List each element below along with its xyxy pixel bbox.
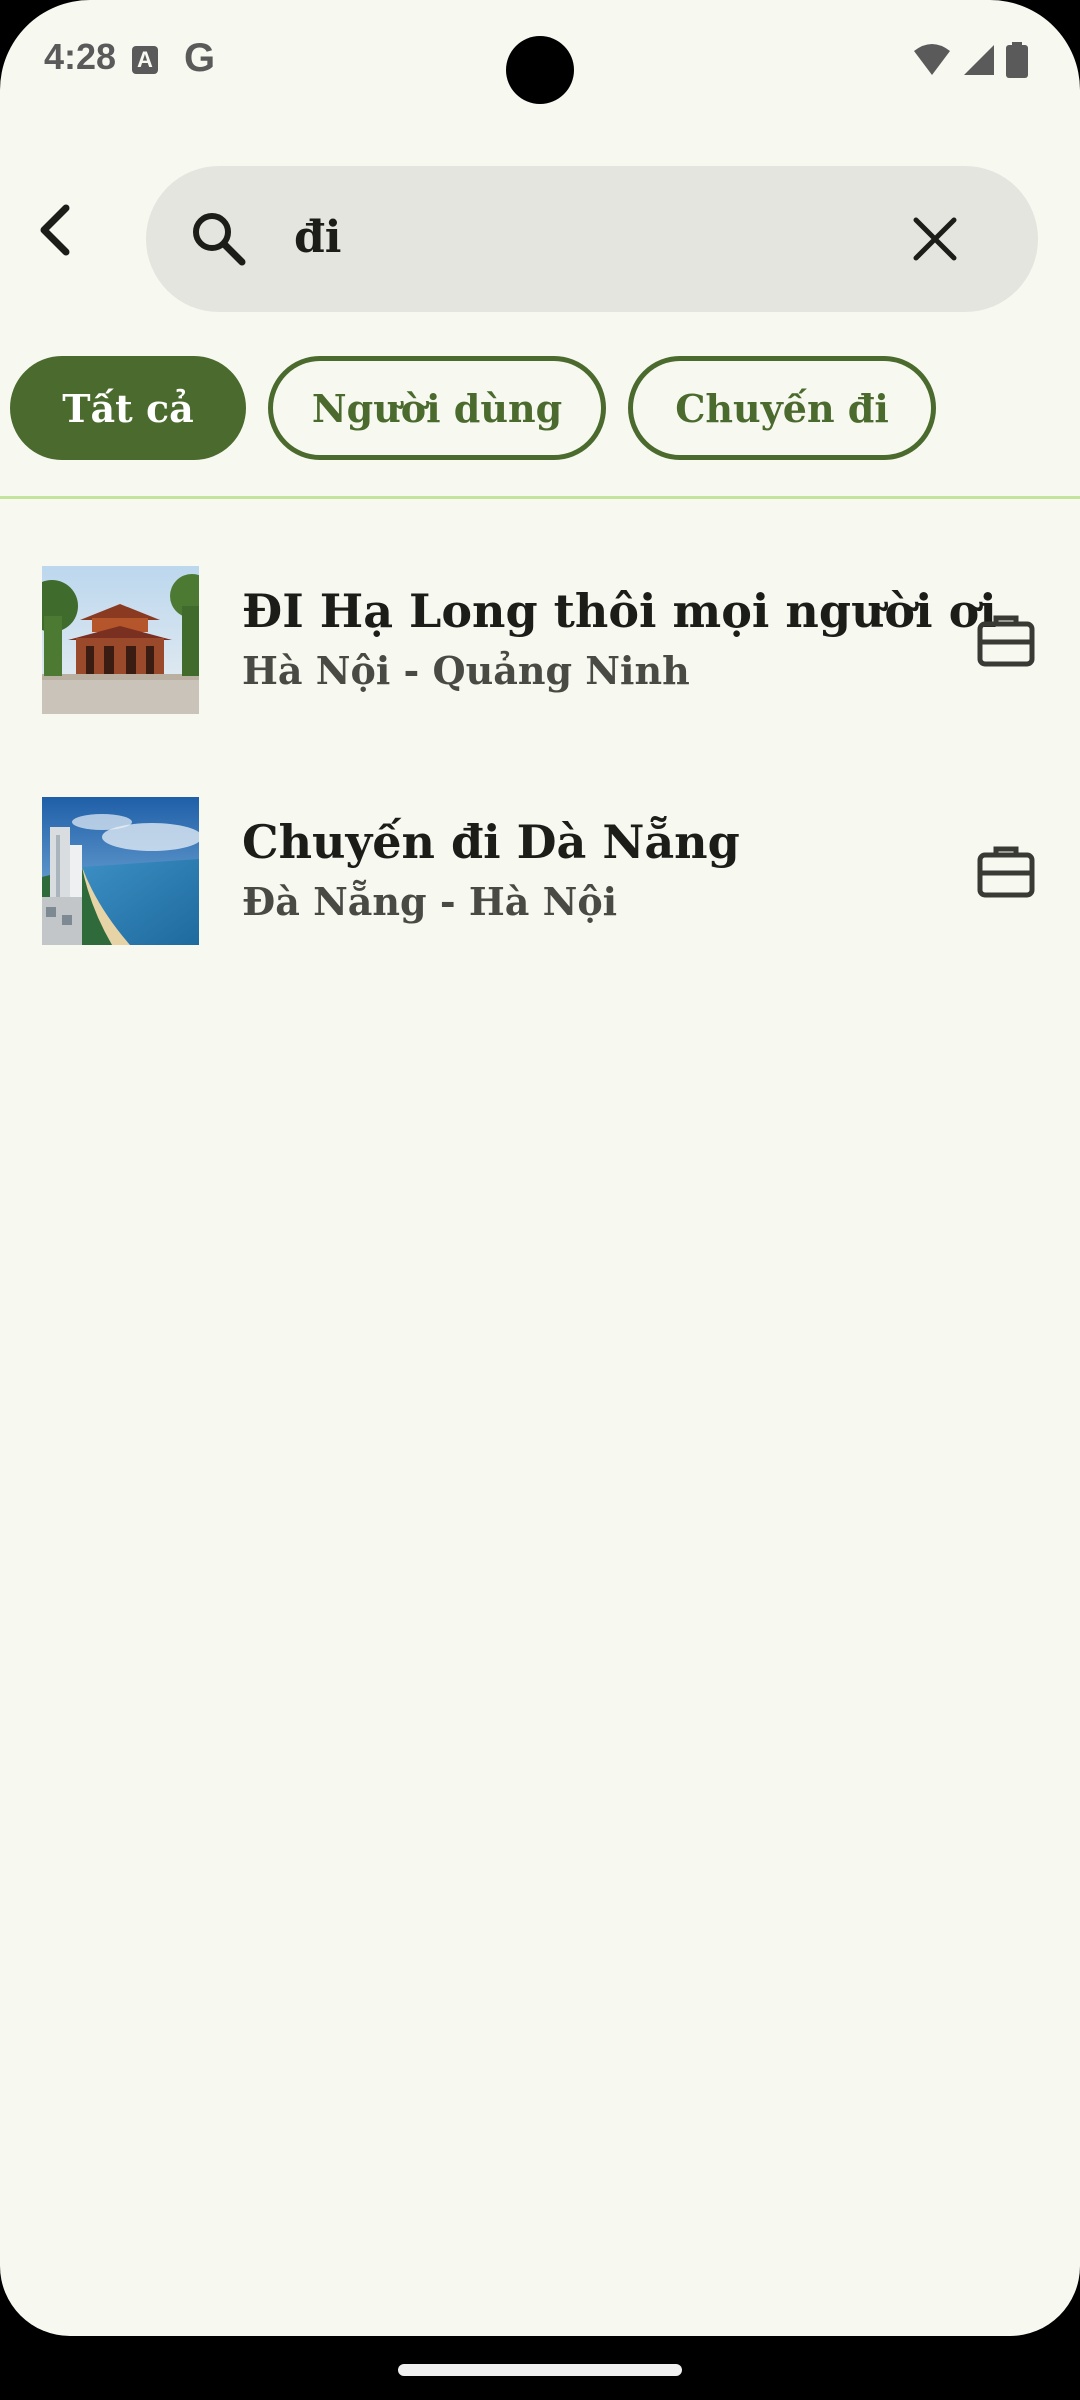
trip-route: Hà Nội - Quảng Ninh bbox=[242, 648, 690, 693]
briefcase-icon bbox=[977, 615, 1035, 667]
screen: 4:28 A G đi Tất cả Người dùng Chuyến đi … bbox=[0, 0, 1080, 2336]
list-item[interactable]: ĐI Hạ Long thôi mọi người ơi Hà Nội - Qu… bbox=[0, 566, 1080, 726]
temple-thumbnail bbox=[42, 566, 199, 714]
filter-chips: Tất cả Người dùng Chuyến đi bbox=[10, 356, 936, 460]
cellular-signal-icon bbox=[964, 45, 994, 75]
trip-title: Chuyến đi Dà Nẵng bbox=[242, 815, 740, 869]
battery-icon bbox=[1006, 42, 1028, 78]
briefcase-icon bbox=[977, 846, 1035, 898]
status-icons bbox=[912, 42, 1028, 78]
filter-chip-trips[interactable]: Chuyến đi bbox=[628, 356, 936, 460]
wifi-icon bbox=[914, 44, 950, 75]
divider bbox=[0, 496, 1080, 499]
filter-chip-users[interactable]: Người dùng bbox=[268, 356, 606, 460]
status-bar: 4:28 A G bbox=[0, 0, 1080, 120]
home-indicator[interactable] bbox=[398, 2364, 682, 2376]
camera-cutout bbox=[506, 36, 574, 104]
search-icon bbox=[193, 213, 246, 266]
status-time: 4:28 bbox=[44, 36, 117, 77]
search-input[interactable]: đi bbox=[294, 206, 341, 270]
trip-route: Đà Nẵng - Hà Nội bbox=[242, 879, 618, 924]
beach-city-thumbnail bbox=[42, 797, 199, 945]
search-bar[interactable]: đi bbox=[146, 166, 1038, 312]
filter-chip-all[interactable]: Tất cả bbox=[10, 356, 246, 460]
chevron-left-icon bbox=[40, 204, 70, 256]
back-button[interactable] bbox=[22, 198, 86, 262]
accessibility-notification-icon: A bbox=[132, 46, 158, 74]
list-item[interactable]: Chuyến đi Dà Nẵng Đà Nẵng - Hà Nội bbox=[0, 797, 1080, 957]
google-notification-icon: G bbox=[184, 36, 216, 80]
trip-title: ĐI Hạ Long thôi mọi người ơi bbox=[242, 584, 997, 638]
close-icon[interactable] bbox=[908, 212, 962, 266]
